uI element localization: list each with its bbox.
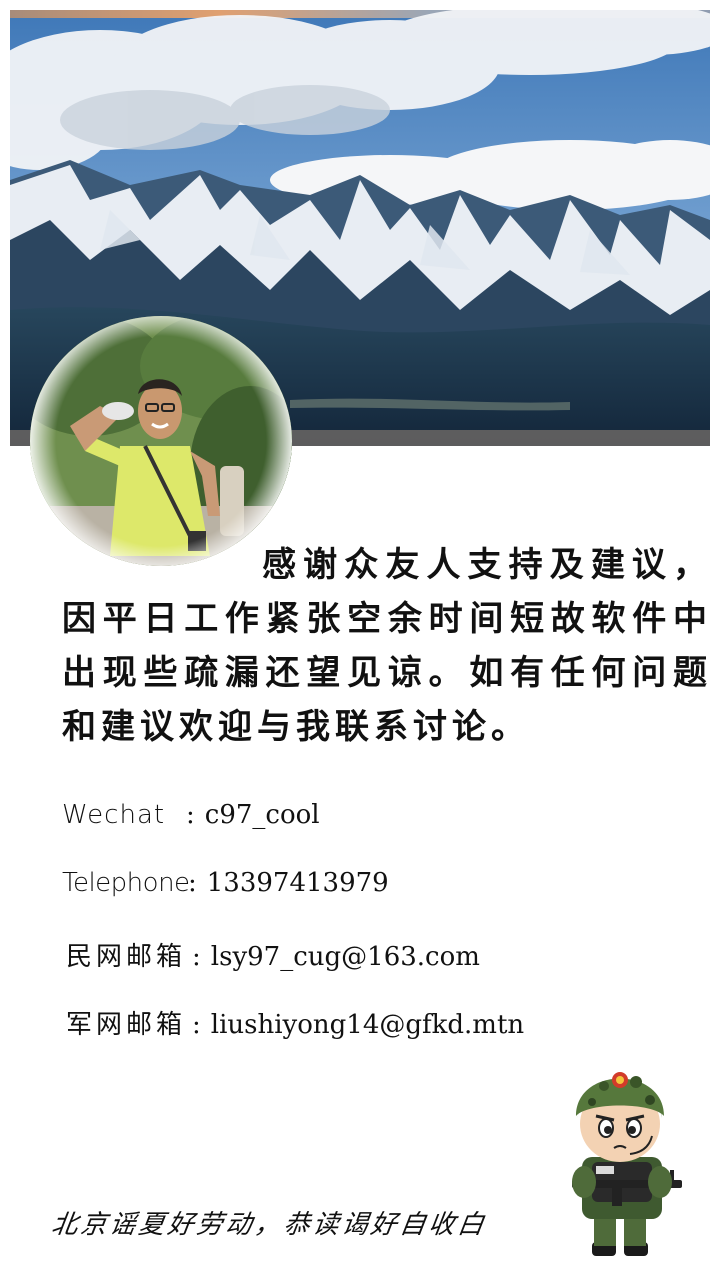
contact-separator: : <box>186 800 195 830</box>
footer-signature: 北京谣夏好劳动，恭读谒好自收白 <box>49 1210 489 1240</box>
contact-telephone: Telephone: 13397413979 <box>62 868 389 898</box>
police-cartoon-mascot <box>572 1072 682 1256</box>
contact-label: 军网邮箱 <box>66 1010 187 1040</box>
police-mascot <box>552 1052 692 1262</box>
avatar <box>30 316 292 566</box>
contact-value: 13397413979 <box>206 868 389 898</box>
contact-label: Wechat <box>62 800 166 830</box>
contact-wechat: Wechat: c97_cool <box>62 800 320 830</box>
thanks-message: 感谢众友人支持及建议，因平日工作紧张空余时间短故软件中出现些疏漏还望见谅。如有任… <box>62 538 712 754</box>
contact-civil-email: 民网邮箱: lsy97_cug@163.com <box>66 936 480 973</box>
contact-value: c97_cool <box>204 800 320 830</box>
contact-label: 民网邮箱 <box>66 942 187 972</box>
contact-separator: : <box>192 942 201 972</box>
contact-value: liushiyong14@gfkd.mtn <box>210 1010 525 1040</box>
contact-military-email: 军网邮箱: liushiyong14@gfkd.mtn <box>66 1004 524 1041</box>
avatar-fade <box>30 316 292 566</box>
thanks-message-text: 感谢众友人支持及建议，因平日工作紧张空余时间短故软件中出现些疏漏还望见谅。如有任… <box>62 545 712 747</box>
contact-separator: : <box>192 1010 201 1040</box>
contact-value: lsy97_cug@163.com <box>210 942 480 972</box>
contact-label: Telephone <box>62 868 190 898</box>
contact-separator: : <box>188 868 197 898</box>
